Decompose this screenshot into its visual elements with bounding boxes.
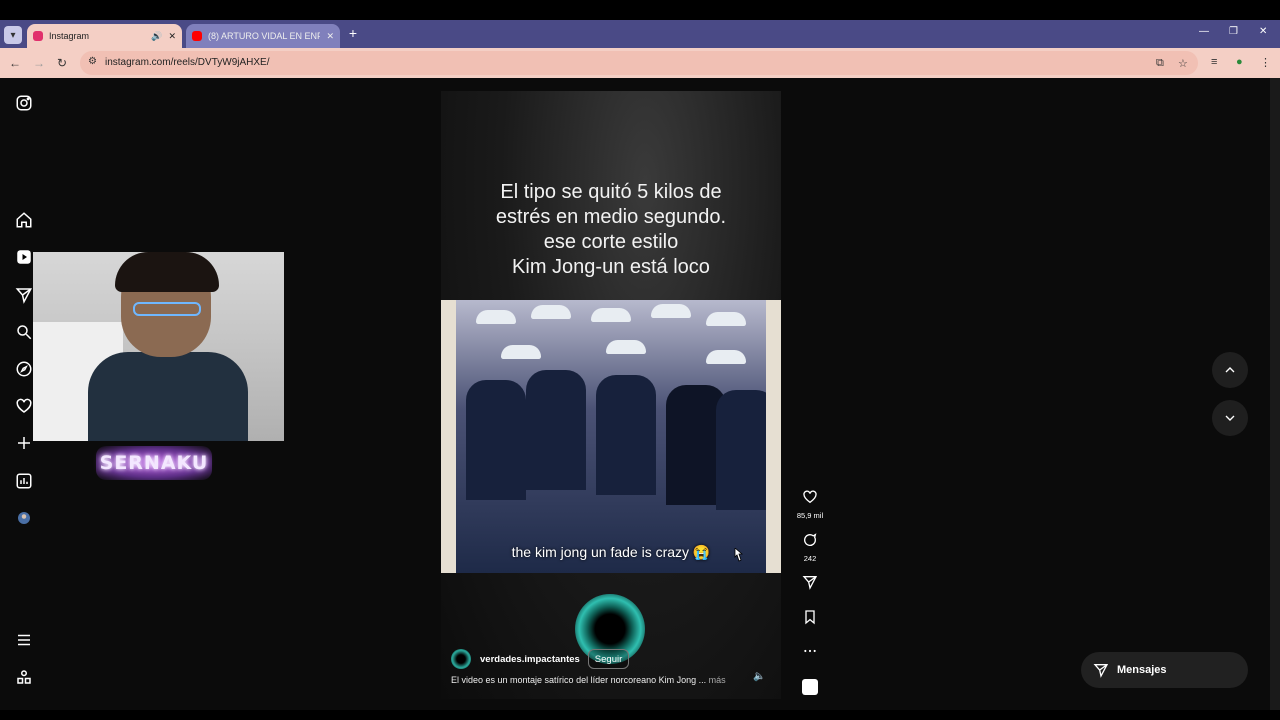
media-controls-icon[interactable]: ≡ (1211, 56, 1217, 68)
notifications-heart-icon[interactable] (14, 396, 34, 416)
previous-reel-button[interactable] (1212, 352, 1248, 388)
follow-button[interactable]: Seguir (587, 649, 630, 669)
bookmark-star-icon[interactable]: ☆ (1178, 57, 1188, 70)
search-icon[interactable] (14, 322, 34, 342)
address-bar[interactable]: ⚙ instagram.com/reels/DVTyW9jAHXE/ ⧉ ☆ (80, 51, 1198, 75)
tab-youtube[interactable]: (8) ARTURO VIDAL EN ENFOCA ✕ (186, 24, 340, 48)
url-text[interactable]: instagram.com/reels/DVTyW9jAHXE/ (105, 57, 270, 68)
profile-icon[interactable]: ● (1236, 56, 1243, 68)
like-count: 85,9 mil (796, 511, 824, 520)
webcam-glasses (133, 302, 201, 316)
back-arrow-icon[interactable]: ← (9, 56, 21, 70)
restore-icon[interactable]: ❐ (1229, 26, 1238, 37)
comment-action[interactable]: 242 (790, 532, 830, 563)
comment-icon[interactable] (802, 532, 818, 548)
bookmark-icon[interactable] (802, 609, 818, 625)
forward-arrow-icon[interactable]: → (33, 56, 45, 70)
messages-label: Mensajes (1117, 664, 1167, 676)
author-username[interactable]: verdades.impactantes (480, 654, 580, 665)
video-content: the kim jong un fade is crazy 😭 (456, 300, 766, 573)
caption-line: estrés en medio segundo. (495, 206, 727, 228)
webcam-person-hair (115, 252, 219, 292)
browser-toolbar: ← → ↻ ⚙ instagram.com/reels/DVTyW9jAHXE/… (0, 48, 1280, 78)
tab-title: (8) ARTURO VIDAL EN ENFOCA (208, 31, 321, 41)
dashboard-icon[interactable] (14, 471, 34, 491)
more-dots-icon[interactable] (802, 643, 818, 659)
tab-instagram[interactable]: Instagram 🔊 ✕ (27, 24, 182, 48)
site-info-icon[interactable]: ⚙ (88, 56, 97, 67)
install-app-icon[interactable]: ⧉ (1156, 57, 1164, 70)
reel-author-row: verdades.impactantes Seguir (451, 649, 630, 669)
direct-icon[interactable] (14, 285, 34, 305)
streamer-logo: SERNAKU (96, 446, 212, 480)
video-subtitle: the kim jong un fade is crazy 😭 (511, 544, 711, 560)
also-from-meta-icon[interactable] (14, 667, 34, 687)
profile-avatar-icon[interactable] (14, 508, 34, 528)
browser-menu-icon[interactable]: ⋮ (1260, 56, 1271, 69)
more-link[interactable]: más (709, 675, 726, 685)
caption-line: Kim Jong-un está loco (512, 256, 710, 278)
more-menu-icon[interactable] (14, 630, 34, 650)
youtube-favicon-icon (192, 31, 202, 41)
heart-icon[interactable] (802, 489, 818, 505)
speaker-icon[interactable]: 🔊 (151, 31, 162, 42)
streamer-logo-text: SERNAKU (99, 452, 209, 474)
close-tab-icon[interactable]: ✕ (326, 31, 334, 42)
reel-description: El video es un montaje satírico del líde… (451, 675, 741, 685)
create-plus-icon[interactable] (14, 433, 34, 453)
chevron-up-icon (1225, 367, 1235, 373)
webcam-overlay (33, 252, 284, 441)
minimize-icon[interactable]: — (1199, 26, 1209, 37)
author-avatar[interactable] (451, 649, 471, 669)
like-action[interactable]: 85,9 mil (790, 489, 830, 520)
messages-icon (1093, 664, 1109, 678)
new-tab-button[interactable]: + (345, 25, 361, 41)
instagram-logo-icon[interactable] (14, 93, 34, 113)
caption-line: ese corte estilo (543, 231, 679, 253)
volume-icon[interactable]: 🔈 (753, 671, 765, 682)
messages-button[interactable]: Mensajes (1081, 652, 1248, 688)
chevron-down-icon (1225, 415, 1235, 421)
explore-icon[interactable] (14, 359, 34, 379)
description-text: El video es un montaje satírico del líde… (451, 675, 707, 685)
share-icon[interactable] (802, 574, 818, 590)
save-action[interactable] (790, 609, 830, 630)
instagram-favicon-icon (33, 31, 43, 41)
reel-player[interactable]: El tipo se quitó 5 kilos de estrés en me… (441, 91, 781, 699)
reel-video-frame[interactable]: the kim jong un fade is crazy 😭 (441, 300, 781, 573)
close-window-icon[interactable]: ✕ (1259, 26, 1267, 37)
reels-icon[interactable] (14, 247, 34, 267)
mouse-cursor-icon (734, 548, 743, 562)
tab-search-button[interactable]: ▾ (4, 26, 22, 44)
scrollbar[interactable] (1270, 78, 1280, 710)
tab-strip: ▾ Instagram 🔊 ✕ (8) ARTURO VIDAL EN ENFO… (0, 20, 1280, 48)
reel-caption: El tipo se quitó 5 kilos de estrés en me… (441, 180, 781, 280)
more-options-action[interactable] (790, 643, 830, 664)
webcam-person-body (88, 352, 248, 441)
comment-count: 242 (803, 554, 817, 563)
share-action[interactable] (790, 574, 830, 595)
close-tab-icon[interactable]: ✕ (168, 31, 176, 42)
home-icon[interactable] (14, 210, 34, 230)
audio-track-thumbnail[interactable] (802, 679, 818, 695)
caption-line: El tipo se quitó 5 kilos de (500, 181, 722, 203)
next-reel-button[interactable] (1212, 400, 1248, 436)
reload-icon[interactable]: ↻ (57, 56, 67, 70)
tab-title: Instagram (49, 31, 90, 41)
